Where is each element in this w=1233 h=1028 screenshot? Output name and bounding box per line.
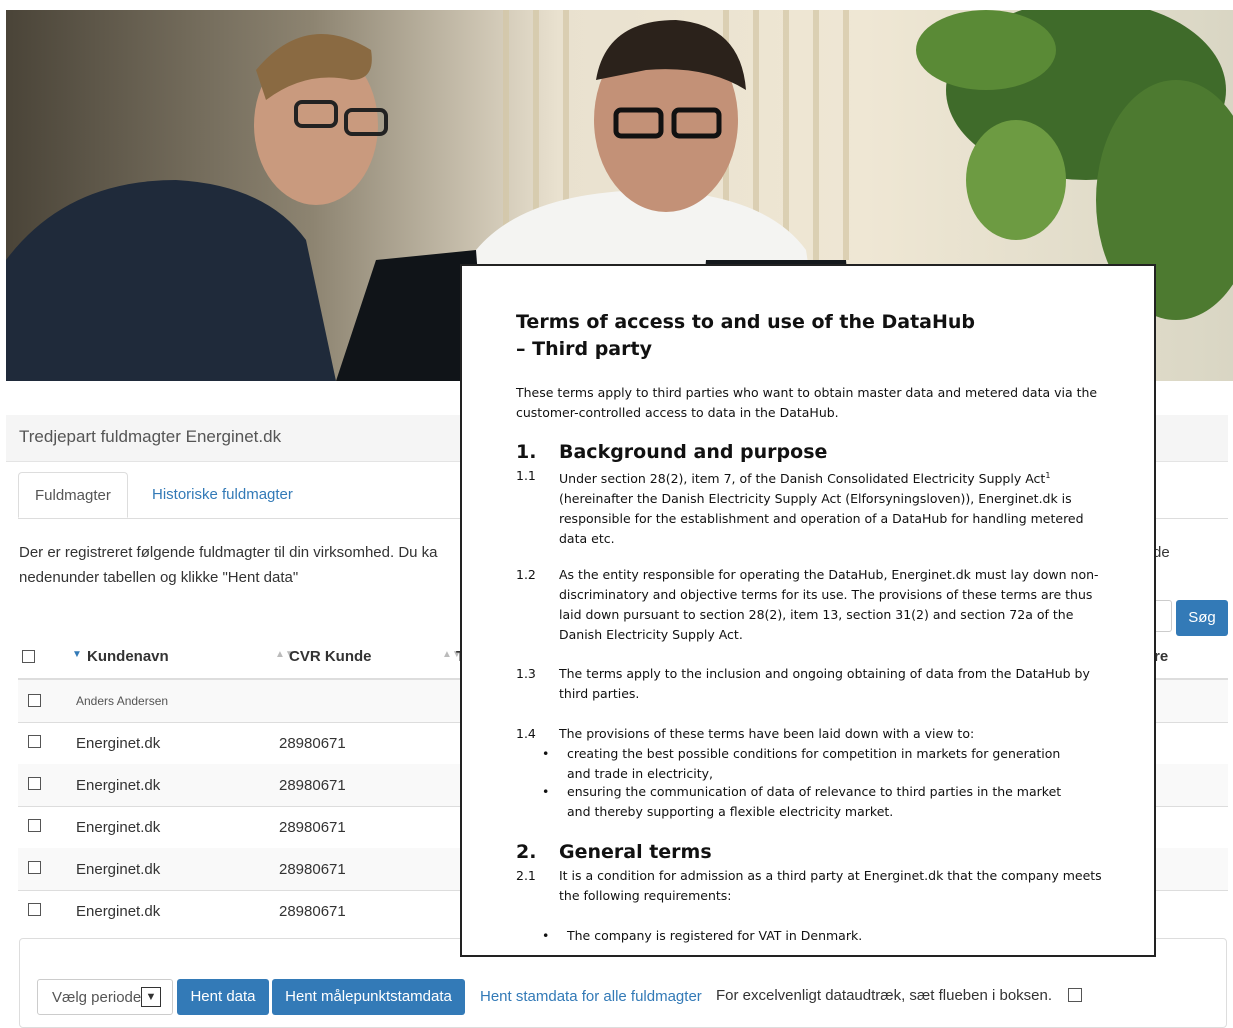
row-checkbox[interactable] bbox=[28, 694, 41, 707]
clause-text: It is a condition for admission as a thi… bbox=[559, 868, 1102, 903]
clause-number: 1.1 bbox=[516, 468, 536, 483]
cell-cvr: 28980671 bbox=[279, 735, 346, 752]
row-checkbox[interactable] bbox=[28, 903, 41, 916]
section-number: 1. bbox=[516, 441, 537, 463]
cell-kundenavn: Energinet.dk bbox=[76, 861, 161, 878]
period-select-value: Vælg periode bbox=[52, 989, 142, 1006]
clause-number: 1.4 bbox=[516, 726, 536, 741]
clause-text-part: Under section 28(2), item 7, of the Dani… bbox=[559, 471, 1046, 487]
excel-checkbox[interactable] bbox=[1068, 988, 1082, 1002]
bullet-item: The company is registered for VAT in Den… bbox=[542, 926, 1067, 946]
cell-kundenavn: Energinet.dk bbox=[76, 735, 161, 752]
sort-desc-icon[interactable]: ▼ bbox=[72, 649, 82, 660]
bullet-item: creating the best possible conditions fo… bbox=[542, 744, 1067, 784]
row-checkbox[interactable] bbox=[28, 819, 41, 832]
tab-historiske-fuldmagter[interactable]: Historiske fuldmagter bbox=[136, 472, 309, 518]
cell-kundenavn: Energinet.dk bbox=[76, 819, 161, 836]
chevron-down-icon[interactable]: ▼ bbox=[141, 987, 161, 1007]
cell-kundenavn: Anders Andersen bbox=[76, 694, 169, 708]
cell-cvr: 28980671 bbox=[279, 861, 346, 878]
excel-label: For excelvenligt dataudtræk, sæt flueben… bbox=[716, 987, 1053, 1004]
clause-text: The terms apply to the inclusion and ong… bbox=[559, 666, 1090, 701]
row-checkbox[interactable] bbox=[28, 861, 41, 874]
document-title-line-2: – Third party bbox=[516, 338, 652, 360]
hent-maalepunktstamdata-button[interactable]: Hent målepunktstamdata bbox=[272, 979, 465, 1015]
clause-number: 1.3 bbox=[516, 666, 536, 681]
clause-text: The provisions of these terms have been … bbox=[559, 726, 975, 741]
hent-stamdata-link[interactable]: Hent stamdata for alle fuldmagter bbox=[480, 988, 702, 1005]
header-cvr-kunde[interactable]: CVR Kunde bbox=[289, 648, 372, 665]
document-title-line-1: Terms of access to and use of the DataHu… bbox=[516, 311, 976, 333]
select-all-checkbox[interactable] bbox=[22, 650, 35, 663]
document-title: Terms of access to and use of the DataHu… bbox=[516, 309, 1116, 363]
clause-number: 1.2 bbox=[516, 567, 536, 582]
header-column-last[interactable]: re bbox=[1154, 648, 1168, 665]
section-title: General terms bbox=[559, 841, 712, 863]
footnote-marker: 1 bbox=[1045, 471, 1051, 480]
hent-data-button[interactable]: Hent data bbox=[177, 979, 269, 1015]
clause-text: As the entity responsible for operating … bbox=[559, 567, 1099, 642]
section-number: 2. bbox=[516, 841, 537, 863]
info-line-1: Der er registreret følgende fuldmagter t… bbox=[19, 544, 438, 561]
clause-text-rest: (hereinafter the Danish Electricity Supp… bbox=[559, 491, 1084, 547]
search-button[interactable]: Søg bbox=[1176, 600, 1228, 636]
tab-fuldmagter[interactable]: Fuldmagter bbox=[18, 472, 128, 518]
cell-kundenavn: Energinet.dk bbox=[76, 777, 161, 794]
cell-cvr: 28980671 bbox=[279, 777, 346, 794]
cell-cvr: 28980671 bbox=[279, 903, 346, 920]
cell-kundenavn: Energinet.dk bbox=[76, 903, 161, 920]
terms-document-overlay: Terms of access to and use of the DataHu… bbox=[460, 264, 1156, 957]
header-kundenavn[interactable]: Kundenavn bbox=[87, 648, 169, 665]
row-checkbox[interactable] bbox=[28, 777, 41, 790]
cell-cvr: 28980671 bbox=[279, 819, 346, 836]
clause-number: 2.1 bbox=[516, 868, 536, 883]
clause-text: Under section 28(2), item 7, of the Dani… bbox=[559, 466, 1104, 549]
period-select[interactable]: Vælg periode ▼ bbox=[37, 979, 173, 1015]
section-title: Background and purpose bbox=[559, 441, 828, 463]
bullet-item: ensuring the communication of data of re… bbox=[542, 782, 1067, 822]
row-checkbox[interactable] bbox=[28, 735, 41, 748]
document-intro: These terms apply to third parties who w… bbox=[516, 385, 1098, 420]
panel-title: Tredjepart fuldmagter Energinet.dk bbox=[19, 427, 282, 446]
info-line-2: nedenunder tabellen og klikke "Hent data… bbox=[19, 569, 299, 586]
